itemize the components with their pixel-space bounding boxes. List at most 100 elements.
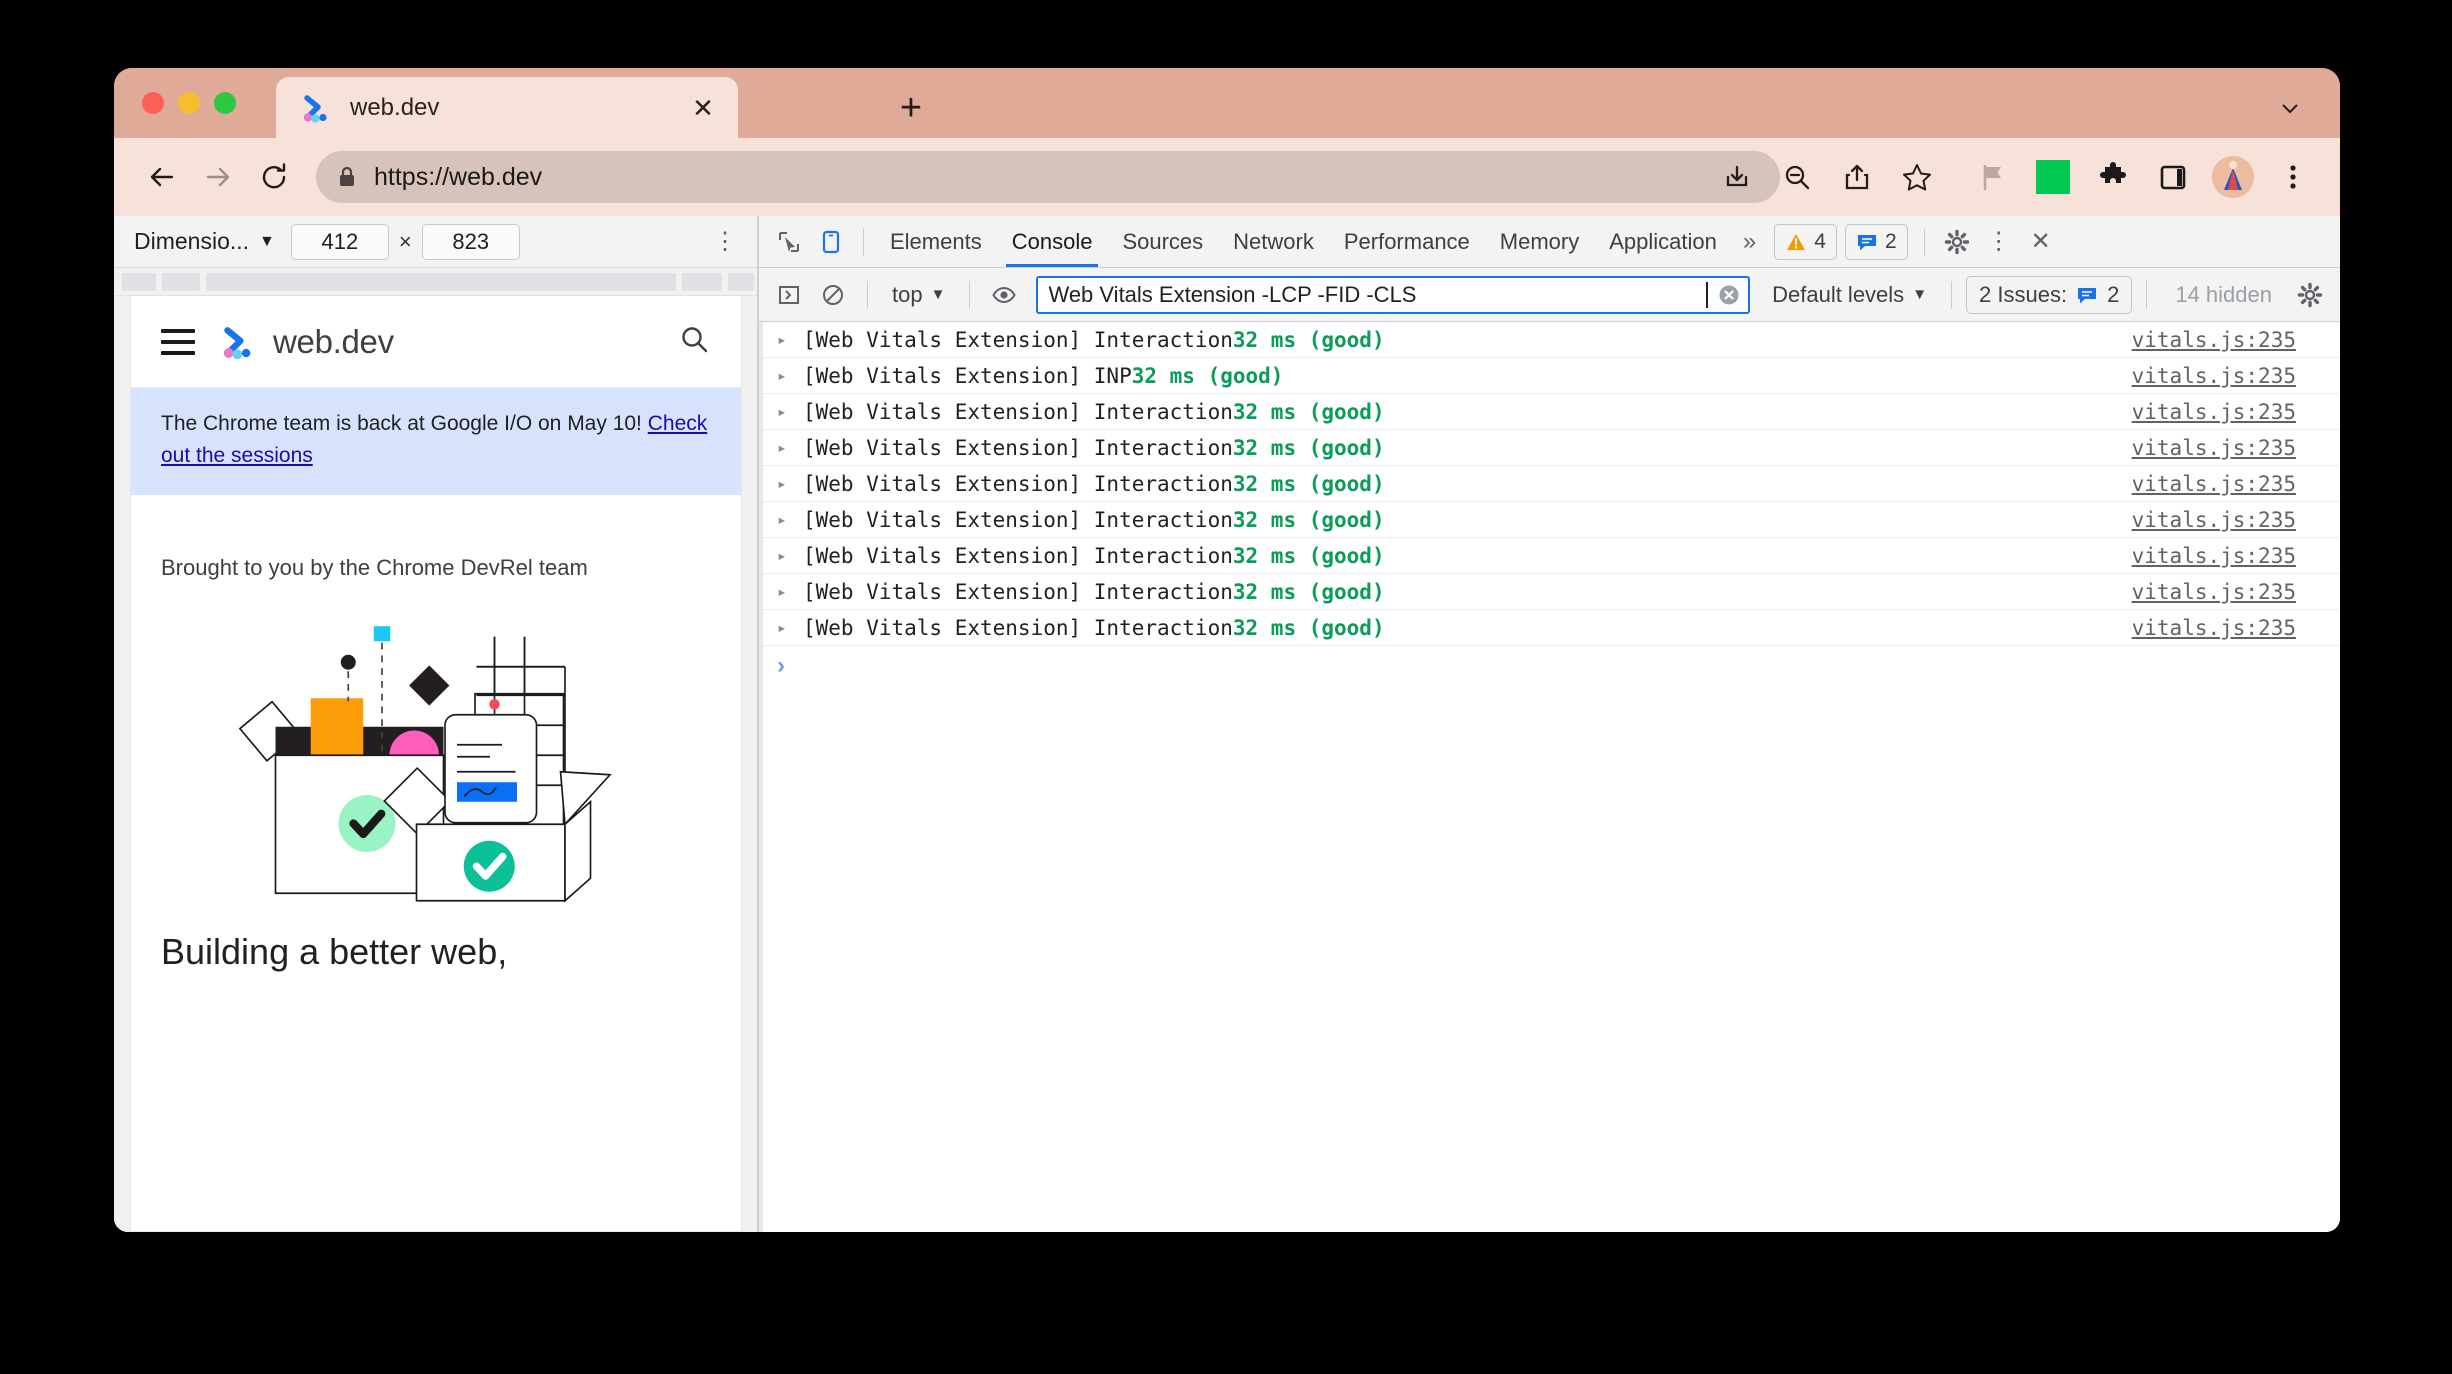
- console-message-row[interactable]: ▸ [Web Vitals Extension] Interaction 32 m…: [763, 466, 2340, 502]
- console-prompt-row[interactable]: ›: [763, 646, 2340, 686]
- webdev-logo-icon: [217, 321, 259, 363]
- close-tab-button[interactable]: ✕: [686, 91, 720, 125]
- clear-console-icon[interactable]: [813, 275, 853, 315]
- lock-icon: [334, 164, 360, 190]
- device-height-input[interactable]: 823: [421, 223, 520, 260]
- device-toolbar-icon[interactable]: [811, 222, 851, 262]
- address-bar[interactable]: https://web.dev: [316, 151, 1780, 203]
- tab-elements[interactable]: Elements: [876, 217, 996, 267]
- expand-arrow-icon[interactable]: ▸: [777, 582, 803, 601]
- expand-arrow-icon[interactable]: ▸: [777, 366, 803, 385]
- tab-application[interactable]: Application: [1595, 217, 1731, 267]
- console-message-value: 32 ms (good): [1232, 615, 1385, 640]
- console-prompt-chevron: ›: [777, 652, 785, 679]
- minimize-window-button[interactable]: [178, 92, 200, 114]
- console-filter-input[interactable]: Web Vitals Extension -LCP -FID -CLS: [1036, 275, 1751, 314]
- toolbar-divider: [863, 227, 864, 256]
- close-devtools-icon[interactable]: ✕: [2021, 222, 2061, 262]
- console-message-source-link[interactable]: vitals.js:235: [2132, 508, 2296, 532]
- ruler-segment: [682, 273, 722, 291]
- chrome-menu-icon[interactable]: [2266, 150, 2320, 204]
- console-message-row[interactable]: ▸ [Web Vitals Extension] Interaction 32 m…: [763, 394, 2340, 430]
- execution-context-label: top: [892, 281, 923, 307]
- expand-arrow-icon[interactable]: ▸: [777, 402, 803, 421]
- webdev-page: web.dev The Chrome team is back at Googl…: [130, 296, 742, 1232]
- console-issues-label: 2 Issues:: [1979, 281, 2068, 307]
- expand-arrow-icon[interactable]: ▸: [777, 438, 803, 457]
- close-window-button[interactable]: [142, 92, 164, 114]
- issues-badge[interactable]: 2: [1844, 223, 1908, 260]
- extensions-puzzle-icon[interactable]: [2086, 150, 2140, 204]
- console-issues-button[interactable]: 2 Issues: 2: [1966, 275, 2133, 314]
- console-message-row[interactable]: ▸ [Web Vitals Extension] Interaction 32 m…: [763, 538, 2340, 574]
- forward-button[interactable]: [190, 149, 246, 205]
- warning-triangle-icon: [1785, 231, 1807, 253]
- expand-arrow-icon[interactable]: ▸: [777, 618, 803, 637]
- bookmark-star-icon[interactable]: [1890, 150, 1944, 204]
- console-message-row[interactable]: ▸ [Web Vitals Extension] Interaction 32 m…: [763, 430, 2340, 466]
- tab-memory[interactable]: Memory: [1486, 217, 1593, 267]
- chevron-down-icon: ▼: [930, 286, 946, 303]
- back-button[interactable]: [134, 149, 190, 205]
- expand-arrow-icon[interactable]: ▸: [777, 330, 803, 349]
- live-expression-icon[interactable]: [984, 275, 1024, 315]
- tab-sources[interactable]: Sources: [1108, 217, 1217, 267]
- warnings-badge[interactable]: 4: [1774, 223, 1837, 260]
- console-message-source-link[interactable]: vitals.js:235: [2132, 436, 2296, 460]
- tab-network[interactable]: Network: [1219, 217, 1328, 267]
- tab-search-chevron-icon[interactable]: [2270, 88, 2310, 128]
- inspect-element-icon[interactable]: [769, 222, 809, 262]
- console-message-text: [Web Vitals Extension] Interaction: [803, 507, 1233, 532]
- text-caret: [1706, 281, 1709, 308]
- console-message-source-link[interactable]: vitals.js:235: [2132, 364, 2296, 388]
- console-message-source-link[interactable]: vitals.js:235: [2132, 328, 2296, 352]
- zoom-out-icon[interactable]: [1770, 150, 1824, 204]
- search-icon[interactable]: [677, 322, 711, 361]
- device-width-input[interactable]: 412: [290, 223, 389, 260]
- console-settings-gear-icon[interactable]: [2290, 275, 2330, 315]
- log-levels-select[interactable]: Default levels ▼: [1762, 282, 1937, 308]
- maximize-window-button[interactable]: [214, 92, 236, 114]
- console-message-text: [Web Vitals Extension] Interaction: [803, 543, 1233, 568]
- side-panel-icon[interactable]: [2146, 150, 2200, 204]
- console-message-row[interactable]: ▸ [Web Vitals Extension] Interaction 32 m…: [763, 574, 2340, 610]
- install-icon[interactable]: [1710, 150, 1764, 204]
- devtools-panel: Elements Console Sources Network Perform…: [758, 216, 2340, 1232]
- more-tabs-icon[interactable]: »: [1733, 228, 1766, 256]
- new-tab-button[interactable]: +: [889, 86, 933, 130]
- webdev-logo-icon: [298, 90, 334, 126]
- console-message-source-link[interactable]: vitals.js:235: [2132, 400, 2296, 424]
- console-message-source-link[interactable]: vitals.js:235: [2132, 544, 2296, 568]
- execution-context-select[interactable]: top ▼: [882, 282, 955, 308]
- web-vitals-extension-icon[interactable]: [2026, 150, 2080, 204]
- window-controls[interactable]: [142, 80, 236, 126]
- console-message-row[interactable]: ▸ [Web Vitals Extension] Interaction 32 m…: [763, 502, 2340, 538]
- expand-arrow-icon[interactable]: ▸: [777, 474, 803, 493]
- web-vitals-green-square: [2036, 160, 2070, 194]
- browser-tab-webdev[interactable]: web.dev ✕: [276, 77, 738, 138]
- profile-avatar[interactable]: [2206, 150, 2260, 204]
- console-message-source-link[interactable]: vitals.js:235: [2132, 580, 2296, 604]
- console-message-source-link[interactable]: vitals.js:235: [2132, 472, 2296, 496]
- reload-button[interactable]: [246, 149, 302, 205]
- console-message-row[interactable]: ▸ [Web Vitals Extension] Interaction 32 m…: [763, 610, 2340, 646]
- gear-icon[interactable]: [1937, 222, 1977, 262]
- hamburger-icon[interactable]: [161, 328, 195, 355]
- tab-console[interactable]: Console: [998, 217, 1107, 267]
- console-issues-count: 2: [2107, 281, 2120, 307]
- flag-icon[interactable]: [1966, 150, 2020, 204]
- expand-arrow-icon[interactable]: ▸: [777, 546, 803, 565]
- devtools-more-icon[interactable]: ⋮: [1979, 222, 2019, 262]
- chevron-down-icon: ▼: [1912, 286, 1928, 303]
- expand-arrow-icon[interactable]: ▸: [777, 510, 803, 529]
- clear-input-icon[interactable]: [1716, 282, 1742, 308]
- tab-performance[interactable]: Performance: [1330, 217, 1484, 267]
- console-message-row[interactable]: ▸ [Web Vitals Extension] INP 32 ms (good)…: [763, 358, 2340, 394]
- console-message-source-link[interactable]: vitals.js:235: [2132, 616, 2296, 640]
- device-more-options-button[interactable]: ⋮: [707, 224, 743, 260]
- console-message-row[interactable]: ▸ [Web Vitals Extension] Interaction 32 m…: [763, 322, 2340, 358]
- console-sidebar-icon[interactable]: [769, 275, 809, 315]
- device-preset-select[interactable]: Dimensio... ▼: [128, 228, 281, 255]
- console-message-list[interactable]: ▸ [Web Vitals Extension] Interaction 32 m…: [759, 322, 2340, 1232]
- share-icon[interactable]: [1830, 150, 1884, 204]
